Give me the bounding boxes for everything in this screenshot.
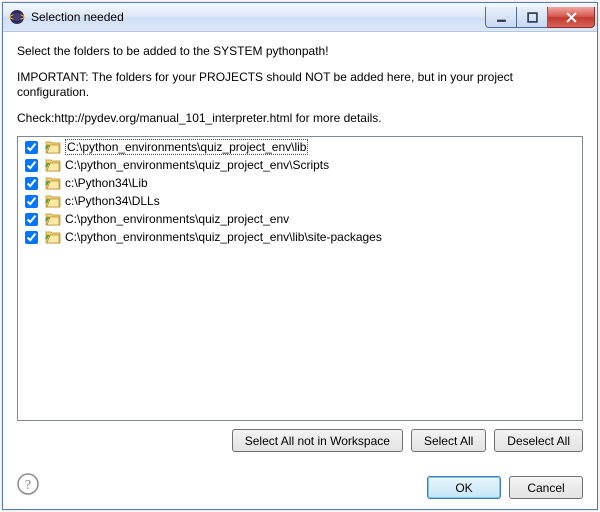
help-icon[interactable]: ? bbox=[17, 473, 39, 495]
folder-icon bbox=[45, 193, 61, 209]
message-line3: Check:http://pydev.org/manual_101_interp… bbox=[17, 111, 583, 127]
ok-button[interactable]: OK bbox=[427, 476, 501, 499]
folder-checkbox[interactable] bbox=[25, 231, 38, 244]
folder-path-label: C:\python_environments\quiz_project_env\… bbox=[65, 158, 329, 172]
folder-list[interactable]: C:\python_environments\quiz_project_env\… bbox=[17, 136, 583, 421]
message-line2: IMPORTANT: The folders for your PROJECTS… bbox=[17, 70, 583, 101]
select-all-not-workspace-button[interactable]: Select All not in Workspace bbox=[232, 429, 403, 452]
folder-list-item[interactable]: C:\python_environments\quiz_project_env bbox=[19, 210, 581, 228]
folder-list-item[interactable]: C:\python_environments\quiz_project_env\… bbox=[19, 156, 581, 174]
folder-list-item[interactable]: c:\Python34\Lib bbox=[19, 174, 581, 192]
folder-list-item[interactable]: c:\Python34\DLLs bbox=[19, 192, 581, 210]
folder-checkbox[interactable] bbox=[25, 195, 38, 208]
message-line1: Select the folders to be added to the SY… bbox=[17, 44, 583, 60]
close-button[interactable] bbox=[548, 7, 595, 28]
minimize-button[interactable] bbox=[485, 7, 517, 28]
folder-path-label: C:\python_environments\quiz_project_env\… bbox=[65, 139, 308, 155]
folder-list-item[interactable]: C:\python_environments\quiz_project_env\… bbox=[19, 138, 581, 156]
selection-button-row: Select All not in Workspace Select All D… bbox=[17, 429, 583, 452]
folder-icon bbox=[45, 229, 61, 245]
folder-icon bbox=[45, 157, 61, 173]
footer: ? OK Cancel bbox=[17, 468, 583, 499]
eclipse-icon bbox=[9, 9, 25, 25]
folder-checkbox[interactable] bbox=[25, 159, 38, 172]
cancel-button[interactable]: Cancel bbox=[509, 476, 583, 499]
folder-icon bbox=[45, 175, 61, 191]
folder-path-label: c:\Python34\DLLs bbox=[65, 194, 160, 208]
folder-checkbox[interactable] bbox=[25, 177, 38, 190]
deselect-all-button[interactable]: Deselect All bbox=[494, 429, 583, 452]
folder-path-label: C:\python_environments\quiz_project_env\… bbox=[65, 230, 382, 244]
titlebar: Selection needed bbox=[3, 3, 597, 32]
folder-icon bbox=[45, 139, 61, 155]
folder-icon bbox=[45, 211, 61, 227]
folder-list-item[interactable]: C:\python_environments\quiz_project_env\… bbox=[19, 228, 581, 246]
title-text: Selection needed bbox=[31, 10, 485, 24]
folder-checkbox[interactable] bbox=[25, 141, 38, 154]
svg-text:?: ? bbox=[25, 478, 31, 493]
dialog-window: Selection needed Select the folders to b… bbox=[2, 2, 598, 510]
select-all-button[interactable]: Select All bbox=[411, 429, 486, 452]
folder-path-label: C:\python_environments\quiz_project_env bbox=[65, 212, 289, 226]
window-buttons bbox=[485, 7, 595, 27]
folder-path-label: c:\Python34\Lib bbox=[65, 176, 148, 190]
dialog-button-row: OK Cancel bbox=[39, 476, 583, 499]
folder-checkbox[interactable] bbox=[25, 213, 38, 226]
dialog-body: Select the folders to be added to the SY… bbox=[3, 32, 597, 509]
maximize-button[interactable] bbox=[517, 7, 548, 28]
